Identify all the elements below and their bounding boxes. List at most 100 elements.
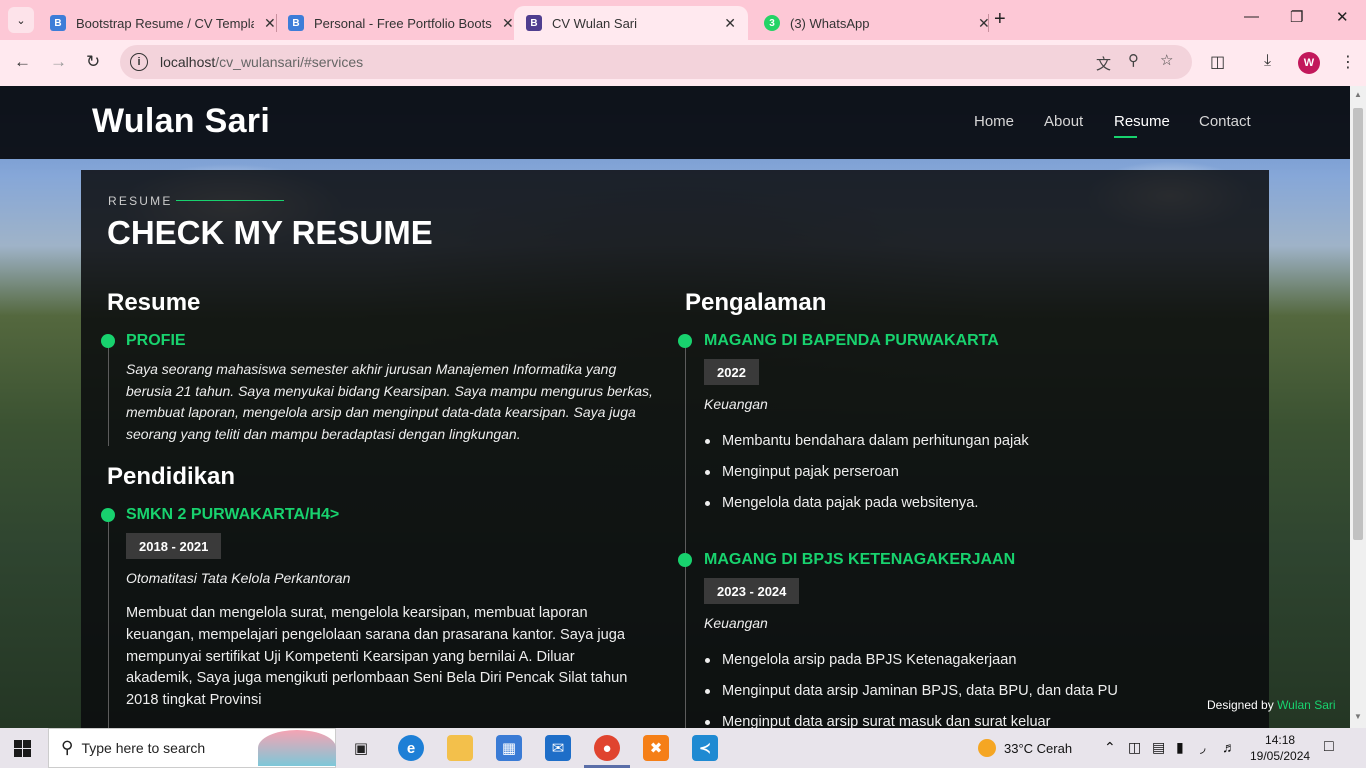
nav-about[interactable]: About bbox=[1044, 113, 1083, 130]
browser-toolbar: ← → ↻ i localhost/cv_wulansari/#services… bbox=[0, 40, 1366, 86]
job-duties-list: Mengelola arsip pada BPJS Ketenagakerjaa… bbox=[704, 651, 1118, 728]
close-tab-icon[interactable]: ✕ bbox=[264, 15, 276, 32]
notification-center-icon[interactable]: □ bbox=[1324, 738, 1334, 756]
battery-icon[interactable]: ▮ bbox=[1176, 739, 1184, 756]
tab-title: Personal - Free Portfolio Bootst bbox=[314, 15, 492, 31]
education-title: SMKN 2 PURWAKARTA/H4> bbox=[126, 506, 340, 523]
edge-browser-icon[interactable]: e bbox=[398, 735, 424, 761]
nav-contact[interactable]: Contact bbox=[1199, 113, 1251, 130]
site-info-icon[interactable]: i bbox=[130, 53, 148, 71]
education-subtitle: Otomatitasi Tata Kelola Perkantoran bbox=[126, 570, 351, 586]
zoom-icon[interactable]: ⚲ bbox=[1128, 51, 1139, 69]
download-icon[interactable]: ⤓ bbox=[1264, 52, 1271, 70]
list-item: Menginput data arsip surat masuk dan sur… bbox=[704, 713, 1118, 728]
timeline-dot bbox=[678, 553, 692, 567]
search-placeholder: Type here to search bbox=[81, 740, 206, 756]
chrome-icon[interactable]: ● bbox=[594, 735, 620, 761]
xampp-icon[interactable]: ✖ bbox=[643, 735, 669, 761]
job-subtitle: Keuangan bbox=[704, 615, 768, 631]
menu-kebab-icon[interactable]: ⋮ bbox=[1340, 52, 1356, 72]
url-text[interactable]: localhost/cv_wulansari/#services bbox=[160, 54, 363, 70]
scroll-up-arrow-icon[interactable]: ▲ bbox=[1354, 90, 1362, 99]
section-title: CHECK MY RESUME bbox=[107, 214, 433, 251]
timeline-line bbox=[108, 514, 109, 728]
extensions-puzzle-icon[interactable]: ◫ bbox=[1210, 52, 1225, 72]
scroll-thumb[interactable] bbox=[1353, 108, 1363, 540]
nav-home[interactable]: Home bbox=[974, 113, 1014, 130]
page-scrollbar[interactable]: ▲ ▼ bbox=[1350, 86, 1366, 728]
volume-icon[interactable]: ♬ bbox=[1222, 739, 1236, 755]
education-date-badge: 2018 - 2021 bbox=[126, 533, 222, 559]
tab-personal-portfolio[interactable]: B Personal - Free Portfolio Bootst ✕ bbox=[276, 6, 526, 40]
page-viewport: Wulan Sari Home About Resume Contact RES… bbox=[0, 86, 1350, 728]
education-description: Membuat dan mengelola surat, mengelola k… bbox=[126, 605, 628, 709]
tray-chevron-up-icon[interactable]: ⌃ bbox=[1104, 739, 1116, 756]
bootstrap-favicon-icon: B bbox=[526, 15, 542, 31]
close-window-icon[interactable]: ✕ bbox=[1336, 8, 1349, 26]
restore-icon[interactable]: ❐ bbox=[1290, 8, 1303, 26]
address-bar[interactable]: i localhost/cv_wulansari/#services bbox=[120, 45, 1192, 79]
list-item: Mengelola data pajak pada websitenya. bbox=[704, 494, 1029, 525]
minimize-icon[interactable]: — bbox=[1244, 8, 1259, 25]
wifi-icon[interactable]: ◞ bbox=[1200, 739, 1205, 756]
weather-sun-icon bbox=[978, 739, 996, 757]
job-duties-list: Membantu bendahara dalam perhitungan paj… bbox=[704, 432, 1029, 525]
forward-arrow-icon[interactable]: → bbox=[50, 52, 67, 72]
task-view-icon[interactable]: ▣ bbox=[348, 735, 374, 761]
list-item: Membantu bendahara dalam perhitungan paj… bbox=[704, 432, 1029, 463]
reload-icon[interactable]: ↻ bbox=[86, 52, 100, 72]
close-tab-icon[interactable]: ✕ bbox=[502, 15, 514, 32]
weather-widget[interactable]: 33°C Cerah bbox=[978, 739, 1072, 757]
tab-cv-wulan-sari[interactable]: B CV Wulan Sari ✕ bbox=[514, 6, 748, 40]
bookmark-star-icon[interactable]: ☆ bbox=[1160, 51, 1173, 69]
file-explorer-icon[interactable] bbox=[447, 735, 473, 761]
tab-title: Bootstrap Resume / CV Templat bbox=[76, 15, 254, 31]
resume-heading: Resume bbox=[107, 289, 201, 316]
list-item: Menginput pajak perseroan bbox=[704, 463, 1029, 494]
whatsapp-favicon-icon: 3 bbox=[764, 15, 780, 31]
section-kicker: RESUME bbox=[108, 194, 173, 208]
active-nav-indicator bbox=[1114, 136, 1137, 138]
profile-avatar[interactable]: W bbox=[1298, 52, 1320, 74]
back-arrow-icon[interactable]: ← bbox=[14, 52, 31, 72]
tray-security-icon[interactable]: ▤ bbox=[1152, 739, 1165, 756]
system-clock[interactable]: 14:18 19/05/2024 bbox=[1250, 732, 1310, 764]
list-item: Menginput data arsip Jaminan BPJS, data … bbox=[704, 682, 1118, 713]
experience-heading: Pengalaman bbox=[685, 289, 827, 316]
search-highlight-art-icon bbox=[258, 730, 336, 766]
tab-bootstrap-resume[interactable]: B Bootstrap Resume / CV Templat ✕ bbox=[38, 6, 288, 40]
list-item: Mengelola arsip pada BPJS Ketenagakerjaa… bbox=[704, 651, 1118, 682]
translate-icon[interactable]: 文 bbox=[1096, 53, 1111, 74]
nav-resume[interactable]: Resume bbox=[1114, 113, 1170, 130]
windows-start-icon[interactable] bbox=[14, 740, 31, 757]
timeline-line bbox=[108, 340, 109, 446]
tab-divider bbox=[988, 14, 989, 32]
tab-title: (3) WhatsApp bbox=[790, 15, 870, 31]
education-heading: Pendidikan bbox=[107, 463, 236, 490]
scroll-down-arrow-icon[interactable]: ▼ bbox=[1354, 712, 1362, 721]
site-logo[interactable]: Wulan Sari bbox=[92, 102, 270, 141]
job-subtitle: Keuangan bbox=[704, 396, 768, 412]
bootstrap-favicon-icon: B bbox=[288, 15, 304, 31]
credit-link[interactable]: Wulan Sari bbox=[1277, 698, 1335, 712]
job-title: MAGANG DI BPJS KETENAGAKERJAAN bbox=[704, 551, 1016, 568]
timeline-dot bbox=[101, 508, 115, 522]
vscode-icon[interactable]: ≺ bbox=[692, 735, 718, 761]
timeline-dot bbox=[101, 334, 115, 348]
tab-title: CV Wulan Sari bbox=[552, 15, 638, 31]
tray-app-icon[interactable]: ◫ bbox=[1128, 739, 1141, 756]
site-header: Wulan Sari Home About Resume Contact bbox=[0, 86, 1350, 159]
windows-taskbar: ⚲ Type here to search ▣ e ▦ ✉ ● ✖ ≺ 33°C… bbox=[0, 728, 1366, 768]
browser-tab-strip: ⌄ B Bootstrap Resume / CV Templat ✕ B Pe… bbox=[0, 0, 1366, 40]
close-tab-icon[interactable]: ✕ bbox=[724, 15, 736, 32]
search-icon: ⚲ bbox=[61, 738, 74, 757]
tab-search-chevron-icon[interactable]: ⌄ bbox=[8, 7, 34, 33]
mail-icon[interactable]: ✉ bbox=[545, 735, 571, 761]
microsoft-store-icon[interactable]: ▦ bbox=[496, 735, 522, 761]
profile-title: PROFIE bbox=[126, 332, 186, 349]
new-tab-plus-icon[interactable]: + bbox=[994, 8, 1006, 31]
kicker-divider bbox=[176, 200, 284, 201]
tab-whatsapp[interactable]: 3 (3) WhatsApp ✕ bbox=[752, 6, 1002, 40]
job-date-badge: 2023 - 2024 bbox=[704, 578, 800, 604]
job-title: MAGANG DI BAPENDA PURWAKARTA bbox=[704, 332, 999, 349]
